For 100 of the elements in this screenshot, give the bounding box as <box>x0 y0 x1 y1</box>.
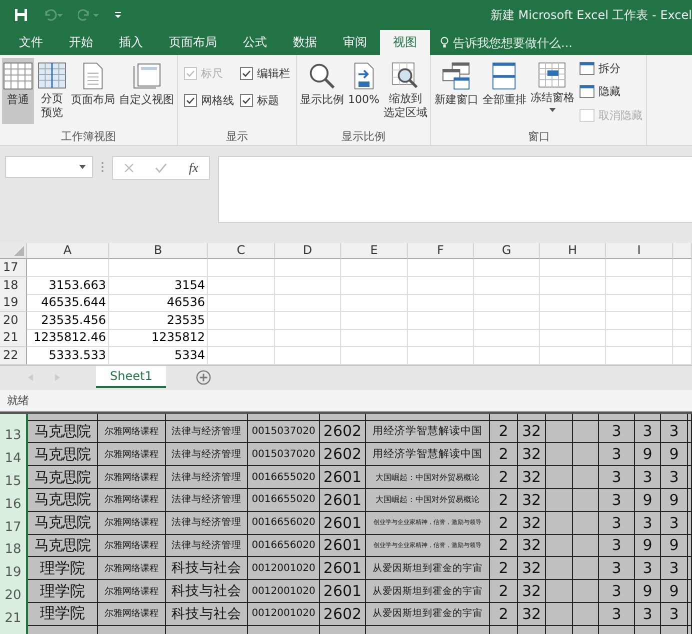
row-header: 13 <box>0 420 28 444</box>
table-cell: 用经济学智慧解读中国 <box>366 420 490 444</box>
table-cell: 法律与经济管理 <box>166 488 248 512</box>
table-cell: 32 <box>518 443 546 466</box>
checkbox[interactable]: 标题 <box>240 93 290 108</box>
table-cell: 32 <box>518 580 546 603</box>
table-cell: 理学院 <box>28 602 98 626</box>
table-cell: 3 <box>635 466 661 489</box>
ribbon-button[interactable]: 分页 预览 <box>36 58 68 124</box>
table-cell: 9 <box>635 488 661 512</box>
table-cell: 3 <box>635 557 661 580</box>
table-cell: 3 <box>661 602 688 626</box>
table-cell: 32 <box>518 534 546 558</box>
column-header[interactable]: A <box>27 243 109 259</box>
checkbox[interactable]: 编辑栏 <box>240 66 290 81</box>
table-cell: 3 <box>661 557 688 580</box>
table-cell: 科技与社会 <box>166 580 248 603</box>
table-cell: 2602 <box>320 443 366 466</box>
column-header[interactable]: B <box>109 243 208 259</box>
table-cell: 3 <box>661 420 688 444</box>
table-cell: 3 <box>599 534 635 558</box>
row-header[interactable]: 17 <box>0 259 27 277</box>
ribbon-button[interactable]: 页面布局 <box>70 58 116 124</box>
column-header[interactable]: H <box>540 243 606 259</box>
ribbon-tab[interactable]: 页面布局 <box>156 30 230 55</box>
column-header[interactable]: D <box>275 243 341 259</box>
ribbon-tab[interactable]: 文件 <box>6 30 56 55</box>
table-cell: 2601 <box>320 580 366 603</box>
ribbon-button[interactable]: 100% <box>347 58 380 124</box>
table-cell: 3 <box>661 466 688 489</box>
table-cell: 2 <box>490 580 518 603</box>
table-cell: 23535 <box>109 312 208 330</box>
table-cell: 马克思院 <box>28 488 98 512</box>
table-cell: 2 <box>490 512 518 535</box>
table-cell: 1235812 <box>109 329 208 348</box>
table-cell: 1235812.46 <box>27 329 109 348</box>
row-header: 18 <box>0 534 28 558</box>
row-header[interactable]: 19 <box>0 294 27 312</box>
row-header[interactable]: 18 <box>0 276 27 295</box>
row-header[interactable]: 20 <box>0 312 27 330</box>
table-cell: 尔雅网络课程 <box>98 443 166 466</box>
row-header: 16 <box>0 488 28 512</box>
table-cell: 马克思院 <box>28 534 98 558</box>
ribbon-tab[interactable]: 插入 <box>106 30 156 55</box>
status-text: 就绪 <box>7 392 29 408</box>
ribbon-button[interactable]: 普通 <box>2 58 34 124</box>
ribbon-button[interactable]: 隐藏 <box>577 82 644 102</box>
ribbon-tab[interactable]: 视图 <box>380 30 430 55</box>
table-cell: 9 <box>661 534 688 558</box>
row-header: 21 <box>0 602 28 626</box>
sheet-tab[interactable]: Sheet1 <box>96 366 166 388</box>
group-label: 窗口 <box>526 129 551 145</box>
table-cell: 0012001020 <box>248 580 320 603</box>
table-cell: 2 <box>490 534 518 558</box>
table-cell: 尔雅网络课程 <box>98 466 166 489</box>
column-header[interactable]: G <box>474 243 540 259</box>
table-cell: 0016655020 <box>248 466 320 489</box>
ribbon-button[interactable]: 显示比例 <box>299 58 345 124</box>
column-header[interactable]: C <box>208 243 275 259</box>
ribbon-button[interactable]: 新建窗口 <box>433 58 480 124</box>
table-cell: 9 <box>661 443 688 466</box>
table-cell: 2 <box>490 443 518 466</box>
ribbon-tab[interactable]: 审阅 <box>330 30 380 55</box>
ribbon-button[interactable]: 自定义视图 <box>118 58 175 124</box>
table-cell: 2601 <box>320 466 366 489</box>
tell-me-field[interactable]: 告诉我您想要做什么... <box>440 30 603 55</box>
table-cell: 3153.663 <box>27 276 109 295</box>
row-header: 19 <box>0 557 28 580</box>
table-cell: 尔雅网络课程 <box>98 488 166 512</box>
table-cell: 2602 <box>320 602 366 626</box>
table-cell: 法律与经济管理 <box>166 443 248 466</box>
table-cell: 0012001020 <box>248 557 320 580</box>
column-header[interactable]: I <box>606 243 673 259</box>
insert-function-button[interactable]: fx <box>188 160 198 176</box>
table-cell: 0015037020 <box>248 420 320 444</box>
table-cell: 2 <box>490 488 518 512</box>
table-cell: 32 <box>518 466 546 489</box>
ribbon-button[interactable]: 冻结窗格 <box>529 58 576 124</box>
table-cell: 3154 <box>109 276 208 295</box>
column-header[interactable]: E <box>341 243 408 259</box>
column-header[interactable]: F <box>408 243 474 259</box>
ribbon-tab[interactable]: 数据 <box>280 30 330 55</box>
row-header[interactable]: 22 <box>0 346 27 365</box>
checkbox[interactable]: 网格线 <box>184 93 234 108</box>
ribbon-tab[interactable]: 公式 <box>230 30 280 55</box>
row-header[interactable]: 21 <box>0 329 27 348</box>
ribbon-button[interactable]: 拆分 <box>577 58 644 78</box>
table-cell: 3 <box>635 420 661 444</box>
table-cell: 3 <box>599 512 635 535</box>
table-cell: 理学院 <box>28 557 98 580</box>
table-cell: 3 <box>661 512 688 535</box>
ribbon-tab[interactable]: 开始 <box>56 30 106 55</box>
table-cell: 科技与社会 <box>166 602 248 626</box>
ribbon-button[interactable]: 全部重排 <box>481 58 528 124</box>
table-cell: 3 <box>599 602 635 626</box>
table-cell: 从爱因斯坦到霍金的宇宙 <box>366 557 490 580</box>
table-cell: 尔雅网络课程 <box>98 580 166 603</box>
table-cell: 3 <box>635 602 661 626</box>
table-cell: 9 <box>635 580 661 603</box>
ribbon-button[interactable]: 缩放到 选定区域 <box>382 58 428 124</box>
